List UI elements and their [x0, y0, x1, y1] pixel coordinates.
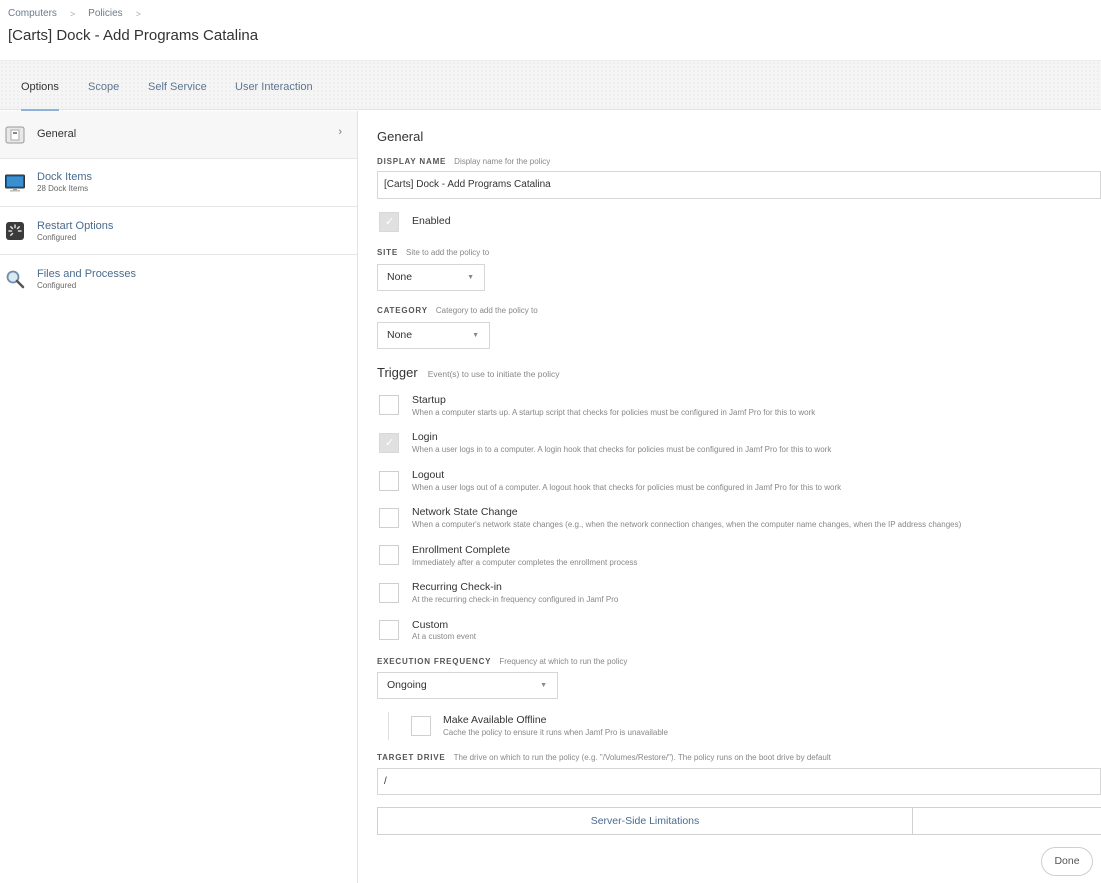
- display-name-hint: Display name for the policy: [454, 157, 551, 166]
- chevron-down-icon: ▼: [540, 682, 547, 689]
- server-side-limitations-tab[interactable]: Server-Side Limitations: [377, 807, 913, 835]
- display-name-label: DISPLAY NAME Display name for the policy: [377, 157, 550, 166]
- footer-fade: [358, 855, 1101, 883]
- site-select-value: None: [387, 271, 413, 283]
- make-available-offline-checkbox[interactable]: [411, 716, 431, 736]
- trigger-title-text: Trigger: [377, 365, 418, 380]
- restart-icon: [6, 222, 24, 240]
- trigger-custom-desc: At a custom event: [412, 632, 477, 641]
- target-drive-field[interactable]: /: [377, 768, 1101, 795]
- trigger-title: Trigger Event(s) to use to initiate the p…: [377, 365, 560, 380]
- trigger-startup-checkbox[interactable]: [379, 395, 399, 415]
- site-hint: Site to add the policy to: [405, 248, 490, 257]
- target-drive-label-text: TARGET DRIVE: [377, 753, 446, 762]
- target-drive-label: TARGET DRIVE The drive on which to run th…: [377, 753, 831, 762]
- tab-self-service[interactable]: Self Service: [148, 61, 207, 111]
- trigger-enrollment-complete-checkbox[interactable]: [379, 545, 399, 565]
- trigger-enrollment-complete-desc: Immediately after a computer completes t…: [412, 558, 638, 567]
- trigger-hint: Event(s) to use to initiate the policy: [427, 369, 560, 379]
- trigger-login-title: Login: [412, 431, 438, 443]
- trigger-network-state-title: Network State Change: [412, 506, 518, 518]
- monitor-icon: [5, 174, 25, 192]
- execution-frequency-label: EXECUTION FREQUENCY Frequency at which to…: [377, 657, 627, 666]
- trigger-network-state-desc: When a computer's network state changes …: [412, 520, 962, 529]
- trigger-startup-title: Startup: [412, 394, 446, 406]
- trigger-login-desc: When a user logs in to a computer. A log…: [412, 445, 832, 454]
- chevron-down-icon: ▼: [472, 332, 479, 339]
- sidebar-item-files-and-processes[interactable]: Files and Processes Configured: [0, 255, 357, 303]
- category-hint: Category to add the policy to: [435, 306, 538, 315]
- trigger-recurring-checkin-desc: At the recurring check-in frequency conf…: [412, 595, 619, 604]
- section-title-general: General: [377, 129, 424, 144]
- category-select[interactable]: None ▼: [377, 322, 490, 349]
- chevron-down-icon: ▼: [467, 274, 474, 281]
- trigger-custom-checkbox[interactable]: [379, 620, 399, 640]
- trigger-recurring-checkin-title: Recurring Check-in: [412, 581, 502, 593]
- chevron-right-icon: ›: [338, 126, 342, 138]
- client-side-limitations-tab[interactable]: [912, 807, 1101, 835]
- done-button[interactable]: Done: [1041, 847, 1093, 876]
- trigger-logout-desc: When a user logs out of a computer. A lo…: [412, 483, 842, 492]
- page-title: [Carts] Dock - Add Programs Catalina: [8, 27, 259, 44]
- sidebar-item-subtitle: Configured: [37, 281, 77, 290]
- category-select-value: None: [387, 329, 413, 341]
- indent-line: [388, 712, 389, 740]
- sidebar-item-label: Restart Options: [37, 220, 114, 232]
- breadcrumb-separator-icon: >: [69, 8, 76, 19]
- sidebar-item-general[interactable]: General ›: [0, 111, 357, 159]
- general-icon: [5, 126, 25, 144]
- execution-frequency-label-text: EXECUTION FREQUENCY: [377, 657, 492, 666]
- display-name-field[interactable]: [Carts] Dock - Add Programs Catalina: [377, 171, 1101, 199]
- display-name-label-text: DISPLAY NAME: [377, 157, 447, 166]
- trigger-network-state-checkbox[interactable]: [379, 508, 399, 528]
- enabled-label: Enabled: [412, 215, 451, 227]
- make-available-offline-desc: Cache the policy to ensure it runs when …: [443, 728, 669, 737]
- tab-scope[interactable]: Scope: [88, 61, 119, 111]
- site-select[interactable]: None ▼: [377, 264, 485, 291]
- breadcrumb-computers[interactable]: Computers: [8, 8, 57, 19]
- trigger-login-checkbox[interactable]: [379, 433, 399, 453]
- sidebar-item-subtitle: Configured: [37, 233, 77, 242]
- sidebar-item-label: Dock Items: [37, 171, 93, 183]
- tab-bar: Options Scope Self Service User Interact…: [0, 60, 1101, 111]
- site-label-text: SITE: [377, 248, 398, 257]
- enabled-checkbox[interactable]: [379, 212, 399, 232]
- breadcrumb-policies[interactable]: Policies: [88, 8, 122, 19]
- category-label: CATEGORY Category to add the policy to: [377, 306, 538, 315]
- sidebar-item-restart-options[interactable]: Restart Options Configured: [0, 207, 357, 255]
- magnifier-icon: [6, 270, 25, 289]
- trigger-startup-desc: When a computer starts up. A startup scr…: [412, 408, 816, 417]
- execution-frequency-select[interactable]: Ongoing ▼: [377, 672, 558, 699]
- category-label-text: CATEGORY: [377, 306, 428, 315]
- trigger-logout-checkbox[interactable]: [379, 471, 399, 491]
- site-label: SITE Site to add the policy to: [377, 248, 489, 257]
- sidebar-item-label: Files and Processes: [37, 268, 137, 280]
- sidebar-item-subtitle: 28 Dock Items: [37, 184, 89, 193]
- trigger-recurring-checkin-checkbox[interactable]: [379, 583, 399, 603]
- trigger-custom-title: Custom: [412, 619, 449, 631]
- tab-user-interaction[interactable]: User Interaction: [235, 61, 313, 111]
- trigger-enrollment-complete-title: Enrollment Complete: [412, 544, 511, 556]
- execution-frequency-value: Ongoing: [387, 679, 427, 691]
- sidebar-item-dock-items[interactable]: Dock Items 28 Dock Items: [0, 159, 357, 207]
- page-header: Computers > Policies > [Carts] Dock - Ad…: [0, 0, 1101, 60]
- trigger-logout-title: Logout: [412, 469, 445, 481]
- sidebar: General › Dock Items 28 Dock Items Resta…: [0, 111, 358, 883]
- make-available-offline-title: Make Available Offline: [443, 714, 547, 726]
- tab-options[interactable]: Options: [21, 61, 59, 111]
- breadcrumb: Computers > Policies >: [8, 8, 154, 19]
- breadcrumb-separator-icon: >: [135, 8, 141, 19]
- execution-frequency-hint: Frequency at which to run the policy: [499, 657, 628, 666]
- sidebar-item-label: General: [37, 128, 77, 140]
- target-drive-hint: The drive on which to run the policy (e.…: [453, 753, 831, 762]
